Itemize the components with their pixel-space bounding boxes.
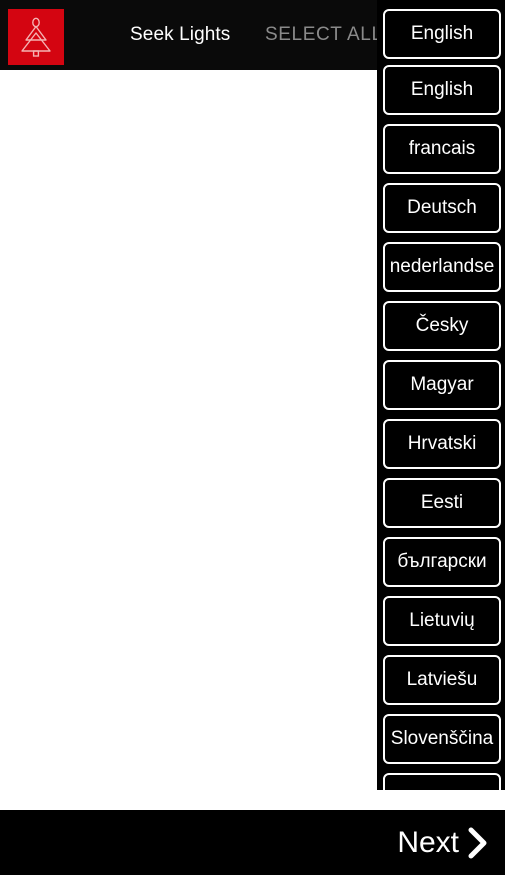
language-option[interactable]: Lietuvių (383, 596, 501, 646)
bottom-bar: Next (0, 810, 505, 875)
language-option[interactable]: Hrvatski (383, 419, 501, 469)
language-option[interactable]: francais (383, 124, 501, 174)
language-option[interactable]: Magyar (383, 360, 501, 410)
christmas-tree-icon (8, 9, 64, 65)
next-button-label: Next (397, 825, 459, 859)
page-title: Seek Lights (130, 24, 231, 45)
language-option[interactable]: Latviešu (383, 655, 501, 705)
language-option[interactable]: Deutsch (383, 183, 501, 233)
language-option[interactable]: Česky (383, 301, 501, 351)
main-content-area (0, 70, 377, 810)
language-option[interactable]: English (383, 65, 501, 115)
language-list[interactable]: English English francais Deutsch nederla… (377, 9, 505, 790)
next-button[interactable]: Next (397, 826, 491, 860)
language-option[interactable]: Eesti (383, 478, 501, 528)
language-panel[interactable]: English English francais Deutsch nederla… (377, 0, 505, 790)
select-all-button[interactable]: SELECT ALL (265, 0, 383, 70)
chevron-right-icon (465, 826, 491, 860)
language-selected-value[interactable]: English (383, 9, 501, 59)
language-option[interactable]: български (383, 537, 501, 587)
app-root: Seek Lights SELECT ALL English English f… (0, 0, 505, 875)
language-option[interactable]: nederlandse (383, 242, 501, 292)
language-option[interactable]: Slovenščina (383, 714, 501, 764)
language-option[interactable] (383, 773, 501, 790)
